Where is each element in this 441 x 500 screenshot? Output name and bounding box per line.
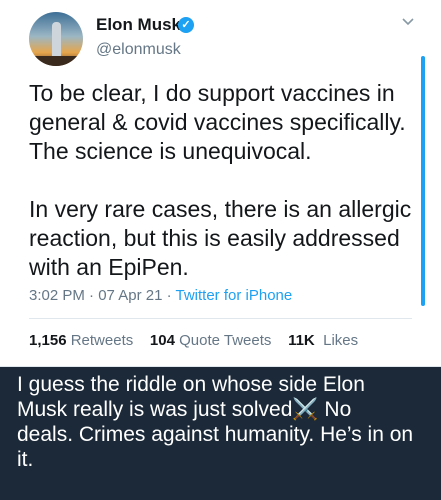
rocket-image <box>52 22 61 58</box>
tweet-stats: 1,156 Retweets 104 Quote Tweets 11K Like… <box>29 332 358 349</box>
retweets-stat[interactable]: 1,156 Retweets <box>29 332 133 349</box>
scrollbar[interactable] <box>421 56 425 306</box>
retweets-count: 1,156 <box>29 332 67 349</box>
quote-label: Quote Tweets <box>179 332 272 349</box>
retweets-label: Retweets <box>70 332 134 349</box>
author-name[interactable]: Elon Musk <box>96 15 181 35</box>
quote-tweets-stat[interactable]: 104 Quote Tweets <box>150 332 271 349</box>
tweet-text: To be clear, I do support vaccines in ge… <box>29 80 412 280</box>
tweet-source-link[interactable]: Twitter for iPhone <box>176 287 293 304</box>
likes-count: 11K <box>288 332 315 349</box>
chevron-down-icon[interactable] <box>401 15 415 29</box>
tweet-meta: 3:02 PM · 07 Apr 21 · Twitter for iPhone <box>29 287 293 304</box>
verified-badge-icon: ✓ <box>178 17 194 33</box>
quote-count: 104 <box>149 332 175 349</box>
divider <box>29 318 412 319</box>
avatar[interactable] <box>29 12 83 66</box>
tweet-date: 07 Apr 21 <box>98 287 163 304</box>
caption-text: I guess the riddle on whose side Elon Mu… <box>17 373 414 471</box>
tweet-card[interactable]: Elon Musk ✓ @elonmusk To be clear, I do … <box>0 0 441 367</box>
likes-label: Likes <box>323 332 359 349</box>
author-handle[interactable]: @elonmusk <box>96 41 181 59</box>
likes-stat[interactable]: 11K Likes <box>288 332 358 349</box>
ground-image <box>29 56 83 66</box>
tweet-time: 3:02 PM <box>29 287 85 304</box>
